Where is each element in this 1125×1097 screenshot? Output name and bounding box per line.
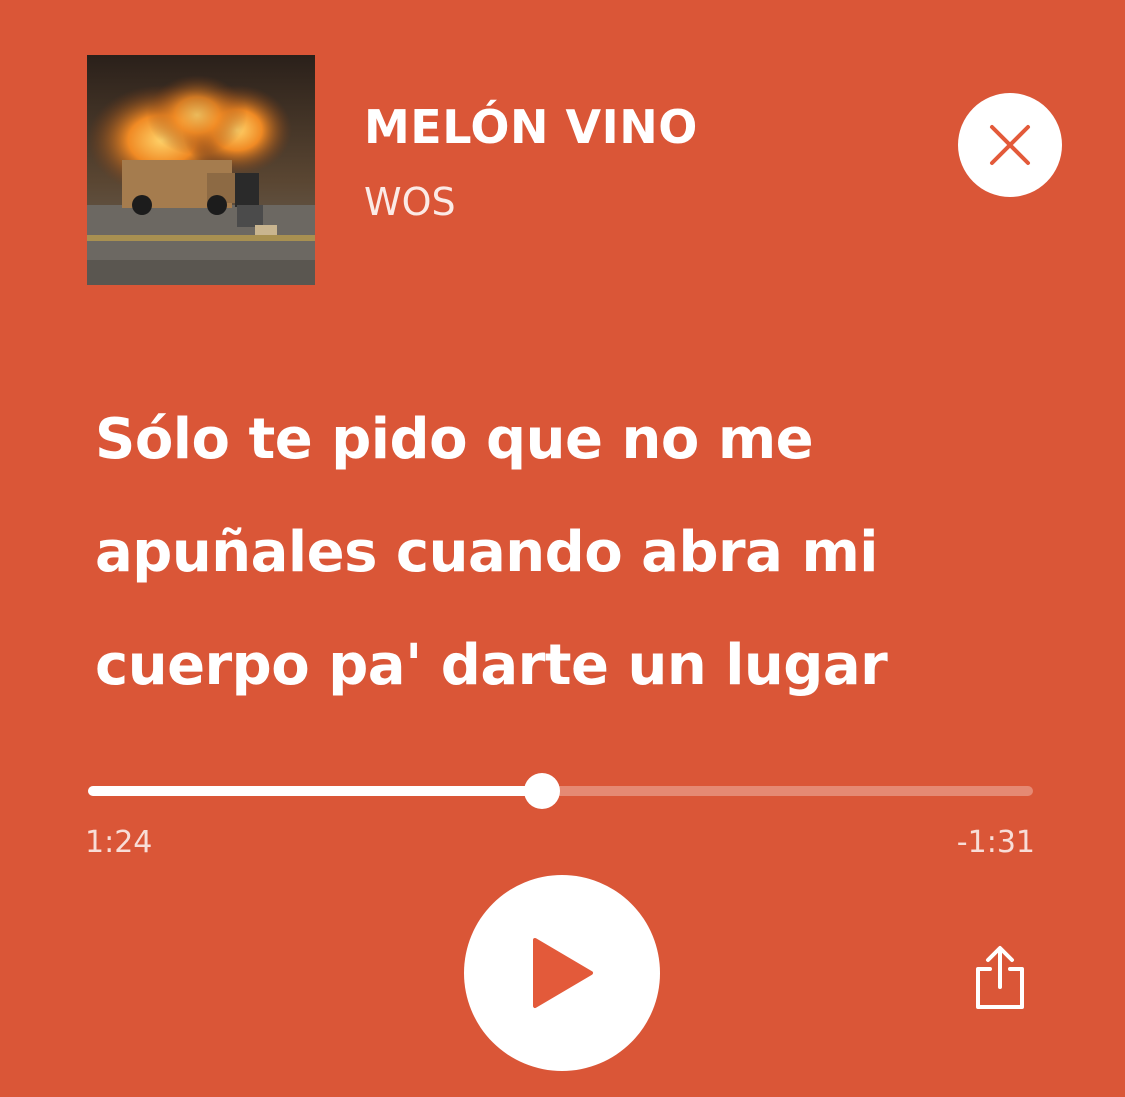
lyric-line: apuñales cuando abra mi bbox=[95, 520, 879, 585]
elapsed-time: 1:24 bbox=[85, 825, 153, 860]
lyrics-block: Sólo te pido que no me apuñales cuando a… bbox=[95, 383, 1055, 722]
progress-scrubber-handle[interactable] bbox=[523, 773, 560, 809]
share-button[interactable] bbox=[962, 940, 1038, 1016]
play-icon bbox=[533, 938, 593, 1008]
album-cover-image bbox=[87, 55, 315, 285]
share-icon bbox=[976, 946, 1024, 1009]
progress-bar[interactable] bbox=[88, 773, 1033, 809]
close-icon bbox=[990, 125, 1030, 165]
track-artist: WOS bbox=[364, 180, 456, 224]
remaining-time: -1:31 bbox=[956, 825, 1035, 860]
track-title: MELÓN VINO bbox=[364, 100, 698, 154]
lyric-line: cuerpo pa' darte un lugar bbox=[95, 633, 888, 698]
album-cover bbox=[87, 55, 315, 285]
progress-fill bbox=[88, 786, 542, 796]
close-button[interactable] bbox=[958, 93, 1062, 197]
lyric-line: Sólo te pido que no me bbox=[95, 407, 814, 472]
play-button[interactable] bbox=[464, 875, 660, 1071]
